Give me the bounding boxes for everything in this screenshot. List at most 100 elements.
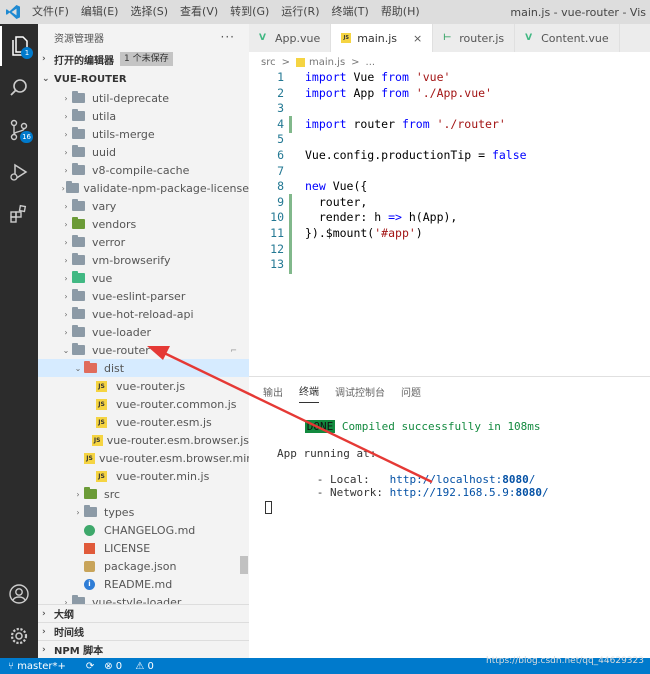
project-label: VUE-ROUTER [54, 73, 127, 85]
tree-item-label: vue-router.common.js [116, 397, 237, 411]
tree-item-icon [84, 505, 100, 518]
chevron-right-icon: › [42, 626, 46, 637]
tree-item[interactable]: › vue [38, 269, 249, 287]
menu-item[interactable]: 文件(F) [26, 0, 75, 24]
tree-item[interactable]: JS vue-router.js [38, 377, 249, 395]
search-icon[interactable] [0, 68, 38, 108]
open-editors-section[interactable]: › 打开的编辑器 1 个未保存 [38, 50, 249, 68]
tree-item[interactable]: ⌄ vue-router ⌐ [38, 341, 249, 359]
sidebar-scrollbar[interactable] [240, 556, 248, 574]
tab-main-js[interactable]: JS main.js × [331, 24, 434, 52]
menu-item[interactable]: 选择(S) [124, 0, 174, 24]
account-icon[interactable] [0, 574, 38, 614]
tree-item[interactable]: JS vue-router.common.js [38, 395, 249, 413]
tree-item[interactable]: › utils-merge [38, 125, 249, 143]
extensions-icon[interactable] [0, 194, 38, 234]
menu-item[interactable]: 转到(G) [224, 0, 275, 24]
menu-item[interactable]: 查看(V) [174, 0, 224, 24]
timeline-label: 时间线 [54, 628, 84, 639]
chevron-right-icon: › [42, 644, 46, 655]
breadcrumb-symbol[interactable]: ... [366, 57, 376, 68]
tree-item-icon [84, 560, 100, 572]
breadcrumb-separator: > [281, 56, 290, 68]
more-actions-icon[interactable]: ··· [221, 30, 235, 44]
folder-icon [84, 361, 97, 373]
chevron-right-icon: › [64, 219, 68, 229]
npm-scripts-section[interactable]: › NPM 脚本 [38, 640, 249, 658]
tree-item[interactable]: › vue-hot-reload-api [38, 305, 249, 323]
menu-item[interactable]: 帮助(H) [375, 0, 426, 24]
tree-item-label: utila [92, 109, 117, 123]
menu-item[interactable]: 终端(T) [326, 0, 375, 24]
code-line: import App from './App.vue' [305, 85, 492, 100]
tab-label: App.vue [275, 31, 321, 45]
vue-file-icon: V [525, 33, 533, 43]
tab-label: Content.vue [541, 31, 609, 45]
tree-item[interactable]: › vary [38, 197, 249, 215]
tree-item[interactable]: JS vue-router.esm.browser.js [38, 431, 249, 449]
tree-item[interactable]: › v8-compile-cache [38, 161, 249, 179]
tree-item[interactable]: › vue-loader [38, 323, 249, 341]
tree-item-icon: JS [96, 416, 112, 428]
outline-section[interactable]: › 大纲 [38, 604, 249, 622]
panel-tab[interactable]: 输出 [263, 380, 283, 403]
tab-content-vue[interactable]: V Content.vue [515, 24, 620, 52]
project-section[interactable]: ⌄ VUE-ROUTER [38, 70, 249, 88]
sync-icon[interactable]: ⟳ [86, 661, 94, 672]
menu-item[interactable]: 运行(R) [275, 0, 325, 24]
js-file-icon: JS [96, 398, 107, 410]
code-line: Vue.config.productionTip = false [305, 148, 527, 162]
js-file-icon: JS [96, 470, 107, 482]
folder-icon [72, 325, 85, 337]
tree-item[interactable]: JS vue-router.min.js [38, 467, 249, 485]
breadcrumb-src[interactable]: src [261, 57, 276, 68]
tree-item[interactable]: › types [38, 503, 249, 521]
tree-item[interactable]: i README.md [38, 575, 249, 593]
tree-item-icon [72, 253, 88, 266]
tab-app-vue[interactable]: V App.vue [249, 24, 332, 52]
window-title: main.js - vue-router - Vis [510, 5, 646, 19]
tree-item[interactable]: › validate-npm-package-license [38, 179, 249, 197]
tab-router-js[interactable]: ⊢ router.js [433, 24, 516, 52]
network-url-link[interactable]: http://192.168.5.9:8080/ [390, 486, 549, 499]
tree-item[interactable]: ⌄ dist [38, 359, 249, 377]
tree-item[interactable]: LICENSE [38, 539, 249, 557]
line-number: 3 [277, 101, 284, 116]
tree-item[interactable]: JS vue-router.esm.browser.min.js [38, 449, 249, 467]
tree-item[interactable]: › util-deprecate [38, 89, 249, 107]
line-number: 2 [277, 85, 284, 100]
tree-item[interactable]: › verror [38, 233, 249, 251]
tree-item-icon [72, 307, 88, 320]
timeline-section[interactable]: › 时间线 [38, 622, 249, 640]
tree-item-icon [72, 199, 88, 212]
collapse-icon[interactable]: ⌐ [230, 346, 237, 355]
tree-item[interactable]: JS vue-router.esm.js [38, 413, 249, 431]
tree-item[interactable]: › vm-browserify [38, 251, 249, 269]
tree-item-label: uuid [92, 145, 116, 159]
branch-status[interactable]: ⑂ master*+ [8, 661, 76, 672]
menu-item[interactable]: 编辑(E) [75, 0, 125, 24]
tree-item[interactable]: › vue-eslint-parser [38, 287, 249, 305]
panel-tab[interactable]: 问题 [401, 380, 421, 403]
explorer-icon[interactable]: 1 [0, 26, 38, 66]
settings-gear-icon[interactable] [0, 616, 38, 656]
tree-item[interactable]: CHANGELOG.md [38, 521, 249, 539]
tree-item[interactable]: › vendors [38, 215, 249, 233]
problems-status[interactable]: ⊗ 0 ⚠ 0 [104, 661, 164, 672]
bottom-panel: 输出 终端 调试控制台 问题 DONE Compiled successfully i… [249, 376, 650, 658]
close-icon[interactable]: × [413, 32, 422, 45]
tree-item-label: validate-npm-package-license [83, 181, 249, 195]
code-editor[interactable]: 1 import Vue from 'vue' 2 import App from '… [249, 70, 650, 370]
tree-item[interactable]: › uuid [38, 143, 249, 161]
source-control-icon[interactable]: 16 [0, 110, 38, 150]
run-debug-icon[interactable] [0, 152, 38, 192]
breadcrumb-file[interactable]: main.js [309, 57, 345, 68]
panel-tab[interactable]: 终端 [299, 379, 319, 403]
panel-tab[interactable]: 调试控制台 [335, 380, 385, 403]
tree-item[interactable]: package.json [38, 557, 249, 575]
tree-item-label: vue [92, 271, 113, 285]
breadcrumb: src > main.js > ... [249, 52, 650, 72]
tree-item[interactable]: › src [38, 485, 249, 503]
tree-item[interactable]: › utila [38, 107, 249, 125]
chevron-down-icon: ⌄ [42, 74, 50, 84]
